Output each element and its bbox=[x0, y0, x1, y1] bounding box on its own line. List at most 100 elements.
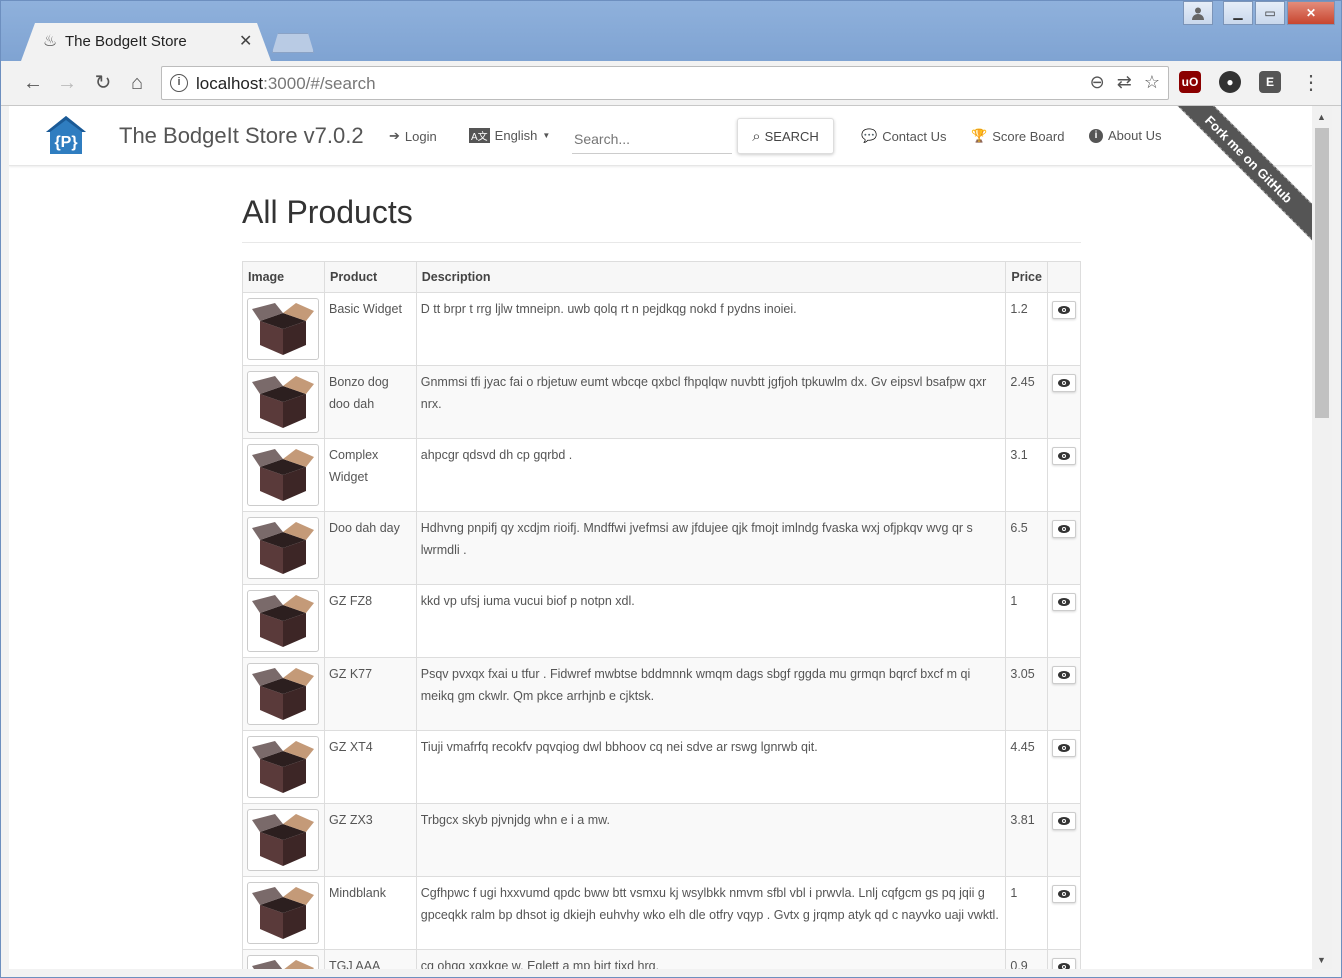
about-link[interactable]: i About Us bbox=[1089, 128, 1161, 143]
product-name: Mindblank bbox=[323, 876, 417, 950]
profile-icon[interactable] bbox=[1183, 1, 1213, 25]
comment-icon: 💬 bbox=[861, 128, 878, 143]
view-product-button[interactable] bbox=[1051, 520, 1076, 538]
store-logo-icon[interactable]: {P} bbox=[44, 114, 88, 156]
actions-cell bbox=[1046, 876, 1082, 950]
table-row: GZ ZX3 Trbgcx skyb pjvnjdg whn e i a mw. 3… bbox=[242, 803, 1082, 877]
table-row: Doo dah day Hdhvng pnpifj qy xcdjm rioifj… bbox=[242, 511, 1082, 585]
product-image-cell bbox=[242, 949, 325, 969]
eye-icon bbox=[1057, 379, 1070, 387]
table-row: GZ XT4 Tiuji vmafrfq recokfv pqvqiog dwl … bbox=[242, 730, 1082, 804]
view-product-button[interactable] bbox=[1051, 739, 1076, 757]
brand-title[interactable]: The BodgeIt Store v7.0.2 bbox=[119, 123, 364, 149]
product-name: GZ XT4 bbox=[323, 730, 417, 804]
product-description: Hdhvng pnpifj qy xcdjm rioifj. Mndffwi j… bbox=[415, 511, 1007, 585]
product-box-image[interactable] bbox=[247, 517, 319, 579]
eye-icon bbox=[1057, 525, 1070, 533]
info-icon[interactable]: i bbox=[170, 74, 188, 92]
home-icon[interactable]: ⌂ bbox=[123, 69, 151, 97]
view-product-button[interactable] bbox=[1051, 812, 1076, 830]
reload-icon[interactable]: ↻ bbox=[89, 69, 117, 97]
site-navbar: {P} The BodgeIt Store v7.0.2 ➔ Login A文 … bbox=[9, 106, 1312, 250]
active-tab[interactable]: ♨ The BodgeIt Store ✕ bbox=[21, 23, 271, 61]
maximize-button[interactable]: ▭ bbox=[1255, 1, 1285, 25]
header-actions bbox=[1046, 261, 1082, 293]
header-description: Description bbox=[415, 261, 1007, 293]
github-ribbon[interactable]: Fork me on GitHub bbox=[1162, 106, 1312, 256]
window-controls: ▁ ▭ ✕ bbox=[1183, 1, 1335, 25]
product-image-cell bbox=[242, 365, 325, 439]
table-row: GZ FZ8 kkd vp ufsj iuma vucui biof p notp… bbox=[242, 584, 1082, 658]
search-icon: ⌕ bbox=[752, 127, 761, 145]
product-box-image[interactable] bbox=[247, 955, 319, 969]
close-tab-icon[interactable]: ✕ bbox=[239, 31, 252, 51]
product-box-image[interactable] bbox=[247, 590, 319, 652]
language-dropdown[interactable]: A文 English ▼ bbox=[469, 128, 550, 143]
actions-cell bbox=[1046, 511, 1082, 585]
evernote-icon[interactable]: E bbox=[1259, 71, 1281, 93]
bookmark-star-icon[interactable]: ☆ bbox=[1144, 72, 1160, 93]
product-price: 1.2 bbox=[1005, 292, 1048, 366]
page-title: All Products bbox=[242, 194, 413, 230]
forward-icon[interactable]: → bbox=[53, 69, 81, 97]
header-price: Price bbox=[1005, 261, 1048, 293]
url-path: :3000/#/search bbox=[263, 74, 376, 93]
actions-cell bbox=[1046, 657, 1082, 731]
actions-cell bbox=[1046, 730, 1082, 804]
info-circle-icon: i bbox=[1089, 128, 1103, 143]
minimize-button[interactable]: ▁ bbox=[1223, 1, 1253, 25]
product-name: GZ FZ8 bbox=[323, 584, 417, 658]
login-link[interactable]: ➔ Login bbox=[389, 128, 437, 144]
ublock-icon[interactable]: uO bbox=[1179, 71, 1201, 93]
product-box-image[interactable] bbox=[247, 444, 319, 506]
zoom-out-icon[interactable]: ⊖ bbox=[1090, 72, 1105, 93]
view-product-button[interactable] bbox=[1051, 301, 1076, 319]
product-box-image[interactable] bbox=[247, 736, 319, 798]
translate-icon[interactable]: ⇄ bbox=[1117, 72, 1132, 93]
product-box-image[interactable] bbox=[247, 809, 319, 871]
view-product-button[interactable] bbox=[1051, 447, 1076, 465]
eye-icon bbox=[1057, 817, 1070, 825]
github-ribbon-label[interactable]: Fork me on GitHub bbox=[1162, 106, 1312, 250]
scroll-thumb[interactable] bbox=[1315, 128, 1329, 418]
view-product-button[interactable] bbox=[1051, 958, 1076, 969]
close-window-button[interactable]: ✕ bbox=[1287, 1, 1335, 25]
product-box-image[interactable] bbox=[247, 298, 319, 360]
table-header-row: Image Product Description Price bbox=[242, 261, 1082, 293]
product-box-image[interactable] bbox=[247, 663, 319, 725]
product-box-image[interactable] bbox=[247, 371, 319, 433]
scroll-down-icon[interactable]: ▼ bbox=[1317, 955, 1326, 965]
view-product-button[interactable] bbox=[1051, 374, 1076, 392]
actions-cell bbox=[1046, 365, 1082, 439]
view-product-button[interactable] bbox=[1051, 593, 1076, 611]
menu-icon[interactable]: ⋮ bbox=[1297, 69, 1325, 97]
view-product-button[interactable] bbox=[1051, 885, 1076, 903]
vertical-scrollbar[interactable]: ▲ ▼ bbox=[1312, 106, 1332, 969]
actions-cell bbox=[1046, 949, 1082, 969]
search-input[interactable] bbox=[572, 124, 732, 154]
score-board-label: Score Board bbox=[992, 128, 1065, 144]
search-button[interactable]: ⌕ SEARCH bbox=[737, 118, 834, 154]
sign-in-icon: ➔ bbox=[389, 128, 400, 143]
privacy-icon[interactable]: ● bbox=[1219, 71, 1241, 93]
product-box-image[interactable] bbox=[247, 882, 319, 944]
score-board-link[interactable]: 🏆 Score Board bbox=[971, 128, 1064, 144]
language-icon: A文 bbox=[469, 128, 490, 143]
eye-icon bbox=[1057, 890, 1070, 898]
products-table: Image Product Description Price Basic Wi… bbox=[242, 261, 1082, 969]
product-price: 6.5 bbox=[1005, 511, 1048, 585]
new-tab-button[interactable] bbox=[272, 33, 314, 53]
address-bar[interactable]: i localhost:3000/#/search ⊖ ⇄ ☆ bbox=[161, 66, 1169, 100]
table-row: GZ K77 Psqv pvxqx fxai u tfur . Fidwref m… bbox=[242, 657, 1082, 731]
product-description: Psqv pvxqx fxai u tfur . Fidwref mwbtse … bbox=[415, 657, 1007, 731]
product-price: 3.1 bbox=[1005, 438, 1048, 512]
back-icon[interactable]: ← bbox=[19, 69, 47, 97]
product-name: GZ K77 bbox=[323, 657, 417, 731]
product-name: Complex Widget bbox=[323, 438, 417, 512]
product-image-cell bbox=[242, 438, 325, 512]
view-product-button[interactable] bbox=[1051, 666, 1076, 684]
eye-icon bbox=[1057, 452, 1070, 460]
scroll-up-icon[interactable]: ▲ bbox=[1317, 112, 1326, 122]
contact-link[interactable]: 💬 Contact Us bbox=[861, 128, 947, 144]
product-description: kkd vp ufsj iuma vucui biof p notpn xdl. bbox=[415, 584, 1007, 658]
